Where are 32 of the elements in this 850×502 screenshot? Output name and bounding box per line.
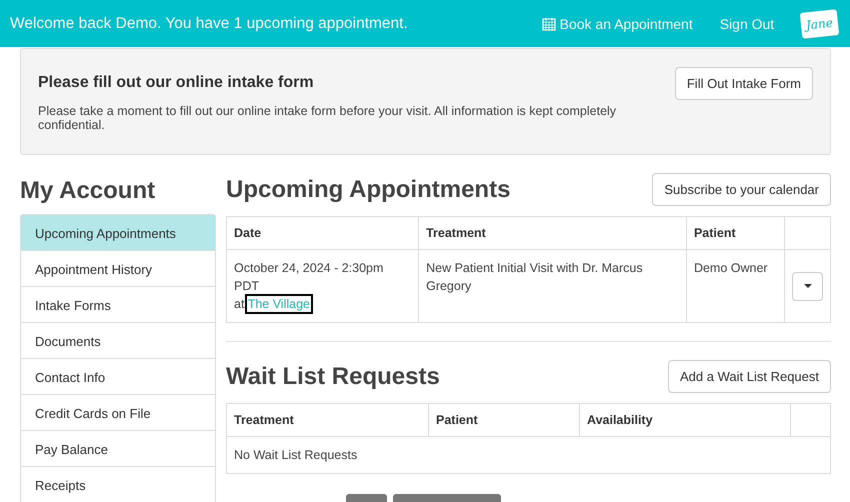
calendar-icon (542, 16, 556, 30)
column-header: Patient (686, 216, 784, 250)
sidebar-item[interactable]: Receipts (20, 466, 216, 502)
sidebar-item[interactable]: Documents (20, 322, 216, 359)
subscribe-calendar-button[interactable]: Subscribe to your calendar (652, 173, 831, 206)
table-cell: New Patient Initial Visit with Dr. Marcus Gregory (418, 250, 686, 322)
sidebar-item[interactable]: Contact Info (20, 358, 216, 395)
sidebar-item[interactable]: Upcoming Appointments (20, 214, 216, 251)
column-header: Availability (580, 404, 790, 436)
column-header: Treatment (418, 216, 686, 250)
sidebar-item[interactable]: Pay Balance (20, 430, 216, 467)
table-cell: No Wait List Requests (226, 436, 830, 474)
sidebar-item[interactable]: Intake Forms (20, 286, 216, 323)
section-title: Wait List Requests (226, 362, 440, 390)
location-prefix: at (234, 297, 244, 311)
intake-description: Please take a moment to fill out our online intake form before your visit. All information is kept completely confidential. (38, 104, 618, 132)
dropdown-button[interactable] (792, 272, 823, 300)
column-header: Date (226, 216, 419, 250)
sidebar-item[interactable]: Appointment History (20, 250, 216, 287)
table-cell: Demo Owner (686, 250, 784, 322)
section-title: Upcoming Appointments (226, 176, 510, 204)
add-wait-list-button[interactable]: Add a Wait List Request (668, 360, 831, 393)
logo: Jane (800, 8, 840, 38)
fill-out-intake-form-button[interactable]: Fill Out Intake Form (674, 67, 813, 100)
intake-title: Please fill out our online intake form (38, 74, 315, 92)
column-header: Patient (428, 404, 580, 436)
sidebar-title: My Account (20, 176, 156, 206)
welcome-message: Welcome back Demo. You have 1 upcoming appointment. (10, 14, 409, 32)
sidebar-item[interactable]: Credit Cards on File (20, 394, 216, 431)
column-header: Treatment (226, 404, 428, 436)
column-header (790, 404, 830, 436)
caret-icon (804, 284, 812, 288)
